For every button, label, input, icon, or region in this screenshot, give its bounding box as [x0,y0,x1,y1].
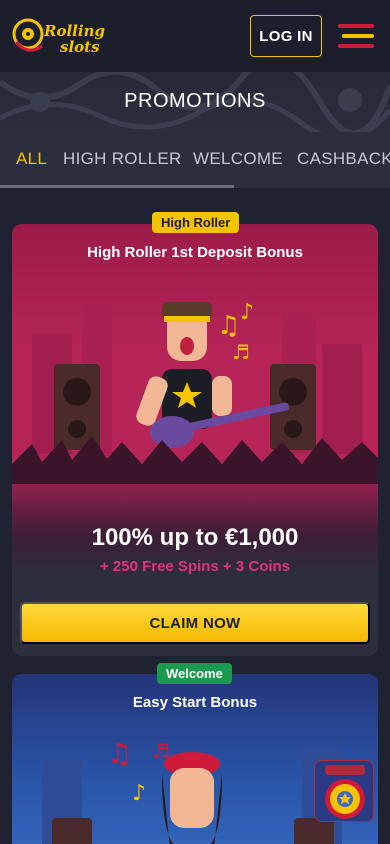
offer-extras: + 250 Free Spins + 3 Coins [99,558,291,575]
tab-high-roller[interactable]: HIGH ROLLER [63,149,182,169]
tab-cashback[interactable]: CASHBACK [297,149,390,169]
page-title: PROMOTIONS [124,90,266,112]
promotions-hero: PROMOTIONS [0,72,390,132]
svg-text:♪: ♪ [132,781,146,806]
svg-text:♪: ♪ [240,300,254,325]
tab-all[interactable]: ALL [16,149,47,169]
hamburger-menu-icon[interactable] [336,24,376,48]
svg-text:♫: ♫ [107,737,132,770]
rolling-slots-logo[interactable]: Rolling slots [12,12,112,60]
bonus-wheel-icon[interactable] [314,760,374,822]
tab-welcome[interactable]: WELCOME [193,149,283,169]
logo-text-slots: slots [60,38,100,56]
badge-welcome: Welcome [157,663,232,684]
svg-text:♬: ♬ [232,340,250,364]
login-button[interactable]: LOG IN [250,15,322,57]
rockstar-illustration: ♫ ♪ ♬ [12,300,378,484]
offer-amount: 100% up to €1,000 [91,524,299,551]
promotion-tabs: ALL HIGH ROLLER WELCOME CASHBACK [0,132,390,188]
svg-text:♫: ♫ [217,311,240,341]
promo-title: Easy Start Bonus [132,694,258,711]
promo-card-high-roller: High Roller 1st Deposit Bonus ♫ ♪ ♬ 100%… [12,224,378,656]
promo-title: High Roller 1st Deposit Bonus [87,244,303,261]
tabs-scroll-indicator[interactable] [0,185,234,188]
claim-now-button[interactable]: CLAIM NOW [20,602,370,644]
header: Rolling slots LOG IN [0,0,390,72]
badge-high-roller: High Roller [152,212,240,233]
